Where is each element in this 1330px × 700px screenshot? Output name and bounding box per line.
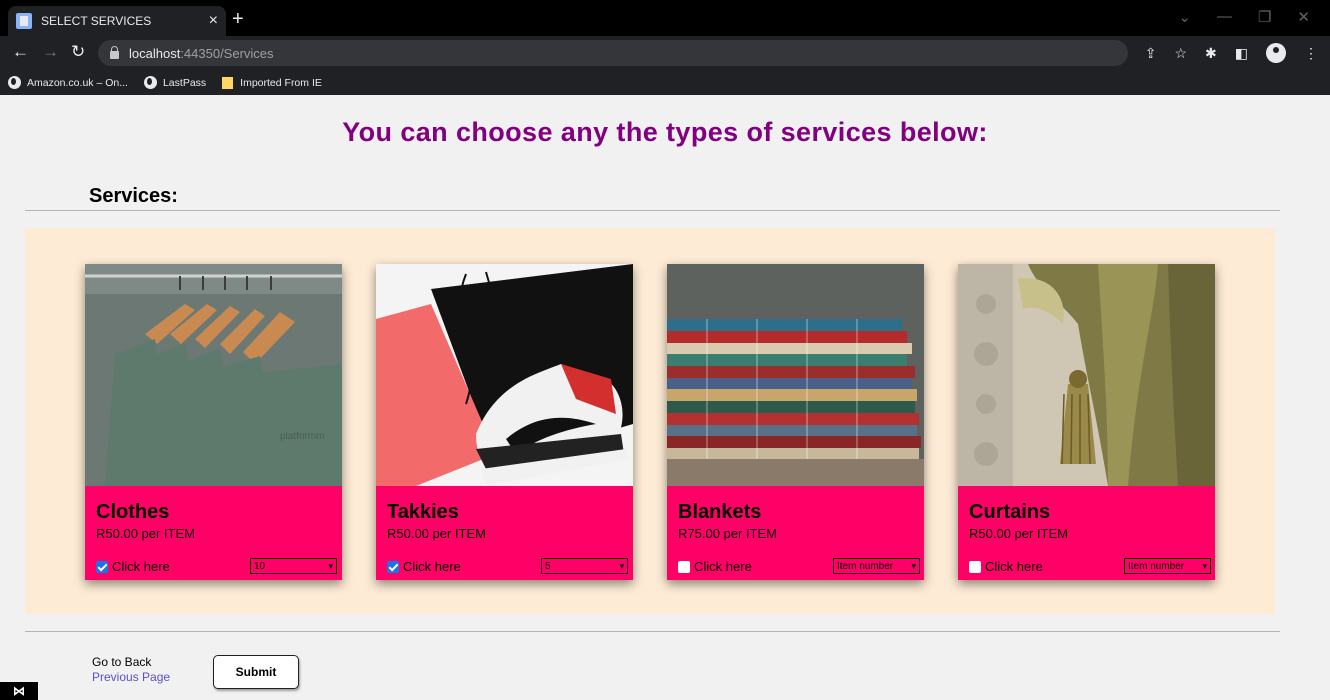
minimize-icon[interactable]: —: [1217, 8, 1232, 26]
select-clothes-checkbox[interactable]: Click here: [96, 559, 170, 574]
curtains-image: [958, 264, 1215, 486]
browser-tab-strip: SELECT SERVICES × + ⌄ — ❐ ✕: [0, 0, 1330, 36]
previous-page-link[interactable]: Previous Page: [92, 670, 170, 684]
go-back-text: Go to Back: [92, 655, 152, 669]
bookmarks-bar: Amazon.co.uk – On... LastPass Imported F…: [0, 70, 1330, 95]
select-takkies-checkbox[interactable]: Click here: [387, 559, 461, 574]
close-window-icon[interactable]: ✕: [1297, 8, 1310, 26]
section-heading: Services:: [89, 185, 178, 207]
submit-button[interactable]: Submit: [213, 655, 299, 689]
select-curtains-checkbox[interactable]: Click here: [969, 559, 1043, 574]
bookmark-imported-folder[interactable]: Imported From IE: [222, 76, 322, 89]
folder-icon: [222, 76, 234, 89]
checkbox-unchecked-icon: [969, 560, 981, 573]
chevron-down-icon: ▾: [328, 561, 333, 571]
clothes-quantity-select[interactable]: 10 ▾: [250, 558, 337, 574]
bookmark-amazon[interactable]: Amazon.co.uk – On...: [8, 76, 128, 89]
service-card-blankets: Blankets R75.00 per ITEM Click here Item…: [667, 264, 924, 580]
curtains-quantity-select[interactable]: Item number ▾: [1124, 558, 1211, 574]
takkies-quantity-select[interactable]: 5 ▾: [541, 558, 628, 574]
chevron-down-icon: ▾: [619, 561, 624, 571]
toolbar-actions: ⇪ ☆ ✱ ◧ ⋮: [1145, 43, 1318, 63]
card-price: R50.00 per ITEM: [96, 526, 195, 541]
card-price: R50.00 per ITEM: [969, 526, 1068, 541]
reload-icon[interactable]: ↻: [71, 42, 85, 62]
select-blankets-checkbox[interactable]: Click here: [678, 559, 752, 574]
forward-arrow-icon[interactable]: →: [42, 42, 59, 62]
globe-icon: [143, 76, 157, 89]
tab-title: SELECT SERVICES: [41, 14, 152, 28]
checkbox-checked-icon: [96, 560, 108, 573]
window-controls: ⌄ — ❐ ✕: [1178, 8, 1310, 26]
side-panel-icon[interactable]: ◧: [1235, 43, 1248, 63]
blankets-quantity-select[interactable]: Item number ▾: [833, 558, 920, 574]
checkbox-checked-icon: [387, 560, 399, 573]
service-card-clothes: platformm Clothes R50.00 per ITEM Click …: [85, 264, 342, 580]
service-card-takkies: Takkies R50.00 per ITEM Click here 5 ▾: [376, 264, 633, 580]
menu-icon[interactable]: ⋮: [1304, 43, 1318, 63]
url-text: localhost:44350/Services: [129, 45, 274, 61]
share-icon[interactable]: ⇪: [1145, 43, 1157, 63]
back-arrow-icon[interactable]: ←: [12, 42, 29, 62]
card-title: Curtains: [969, 501, 1051, 523]
card-price: R50.00 per ITEM: [387, 526, 486, 541]
service-card-curtains: Curtains R50.00 per ITEM Click here Item…: [958, 264, 1215, 580]
chevron-down-icon: ▾: [911, 561, 916, 571]
clothes-image: platformm: [85, 264, 342, 486]
divider-bottom: [25, 631, 1280, 632]
new-tab-icon[interactable]: +: [232, 9, 244, 29]
card-title: Clothes: [96, 501, 170, 523]
tab-search-icon[interactable]: ⌄: [1178, 8, 1191, 26]
bookmark-lastpass[interactable]: LastPass: [143, 76, 206, 89]
browser-tab[interactable]: SELECT SERVICES ×: [8, 6, 226, 36]
restore-icon[interactable]: ❐: [1258, 8, 1271, 26]
address-bar[interactable]: localhost:44350/Services: [98, 40, 1128, 66]
card-title: Takkies: [387, 501, 459, 523]
chevron-down-icon: ▾: [1202, 561, 1207, 571]
blankets-image: [667, 264, 924, 486]
svg-text:platformm: platformm: [280, 431, 324, 442]
browser-toolbar: ← → ↻ localhost:44350/Services ⇪ ☆ ✱ ◧ ⋮: [0, 36, 1330, 70]
close-tab-icon[interactable]: ×: [209, 13, 218, 29]
lock-icon: [110, 46, 119, 59]
extensions-icon[interactable]: ✱: [1205, 43, 1217, 63]
checkbox-unchecked-icon: [678, 560, 690, 573]
visual-studio-icon[interactable]: ⋈: [0, 682, 38, 700]
profile-icon[interactable]: [1266, 43, 1286, 63]
page-favicon-icon: [16, 13, 32, 29]
page-title: You can choose any the types of services…: [342, 117, 988, 147]
card-title: Blankets: [678, 501, 762, 523]
star-icon[interactable]: ☆: [1174, 43, 1187, 63]
takkies-image: [376, 264, 633, 486]
card-price: R75.00 per ITEM: [678, 526, 777, 541]
divider-top: [25, 210, 1280, 211]
globe-icon: [8, 76, 21, 89]
